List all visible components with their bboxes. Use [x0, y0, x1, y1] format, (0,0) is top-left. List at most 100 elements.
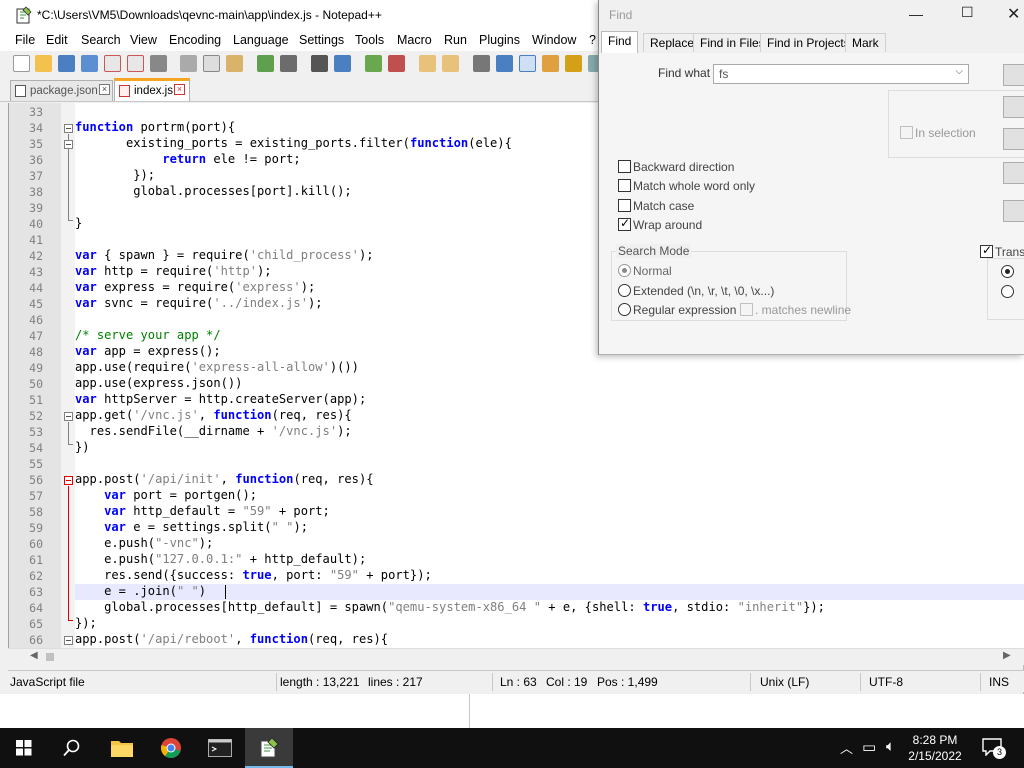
undo-icon[interactable]	[257, 55, 274, 72]
code-line[interactable]: });	[75, 168, 155, 182]
mode-normal-radio[interactable]	[618, 264, 631, 277]
chevron-up-icon[interactable]: ︿	[840, 738, 853, 757]
mode-extended-radio[interactable]	[618, 284, 631, 297]
fold-toggle-icon[interactable]	[64, 140, 73, 149]
menu-help[interactable]: ?	[589, 33, 596, 47]
typing-mode[interactable]: INS	[989, 675, 1009, 689]
fold-toggle-icon[interactable]	[64, 476, 73, 485]
code-line[interactable]: res.send({success: true, port: "59" + po…	[75, 568, 432, 582]
count-button[interactable]	[1003, 96, 1024, 118]
code-line[interactable]: app.post('/api/reboot', function(req, re…	[75, 632, 388, 646]
replace-icon[interactable]	[334, 55, 351, 72]
start-button[interactable]	[0, 728, 48, 768]
code-line[interactable]: global.processes[http_default] = spawn("…	[75, 600, 825, 614]
code-line[interactable]: e = .join(" ")	[75, 584, 206, 598]
find-all-in-current-button[interactable]	[1003, 162, 1024, 184]
udl-icon[interactable]	[542, 55, 559, 72]
code-line[interactable]: /* serve your app */	[75, 328, 221, 342]
code-line[interactable]: app.use(require('express-all-allow')())	[75, 360, 359, 374]
encoding[interactable]: UTF-8	[869, 675, 903, 689]
notepadpp-taskbar-button[interactable]	[245, 728, 293, 768]
chrome-button[interactable]	[147, 728, 195, 768]
menu-run[interactable]: Run	[444, 33, 467, 47]
find-what-input[interactable]: fs ⌵	[713, 64, 969, 84]
mode-regex-radio[interactable]	[618, 303, 631, 316]
tab-find-in-projects[interactable]: Find in Projects	[760, 33, 857, 52]
eol-format[interactable]: Unix (LF)	[760, 675, 809, 689]
transparency-always-radio[interactable]	[1001, 285, 1014, 298]
in-selection-checkbox[interactable]	[900, 126, 913, 139]
tab-index-js[interactable]: index.js ×	[114, 78, 190, 101]
doc-map-icon[interactable]	[565, 55, 582, 72]
wrap-around-checkbox[interactable]	[618, 216, 631, 231]
zoom-in-icon[interactable]	[365, 55, 382, 72]
code-line[interactable]: var httpServer = http.createServer(app);	[75, 392, 366, 406]
code-line[interactable]: var port = portgen();	[75, 488, 257, 502]
code-line[interactable]: global.processes[port].kill();	[75, 184, 351, 198]
scroll-left-icon[interactable]: ◀	[30, 650, 38, 661]
backward-direction-checkbox[interactable]	[618, 160, 631, 173]
code-line[interactable]: var app = express();	[75, 344, 221, 358]
tab-find[interactable]: Find	[601, 31, 639, 53]
word-wrap-icon[interactable]	[473, 55, 490, 72]
code-line[interactable]: var e = settings.split(" ");	[75, 520, 308, 534]
copy-icon[interactable]	[203, 55, 220, 72]
show-all-chars-icon[interactable]	[496, 55, 513, 72]
search-button[interactable]	[48, 728, 96, 768]
matches-newline-checkbox[interactable]	[740, 303, 753, 316]
code-line[interactable]: var http = require('http');	[75, 264, 272, 278]
fold-toggle-icon[interactable]	[64, 124, 73, 133]
new-file-icon[interactable]	[13, 55, 30, 72]
volume-icon[interactable]: 🔈︎	[886, 738, 895, 755]
scroll-right-icon[interactable]: ▶	[1003, 650, 1011, 661]
transparency-checkbox[interactable]	[980, 243, 993, 258]
code-line[interactable]: })	[75, 440, 90, 454]
code-line[interactable]: res.sendFile(__dirname + '/vnc.js');	[75, 424, 352, 438]
transparency-on-losing-focus-radio[interactable]	[1001, 265, 1014, 278]
code-line[interactable]: var { spawn } = require('child_process')…	[75, 248, 374, 262]
horizontal-scrollbar[interactable]: ◀ ▶	[8, 648, 1024, 665]
fold-toggle-icon[interactable]	[64, 412, 73, 421]
menu-view[interactable]: View	[130, 33, 157, 47]
paste-icon[interactable]	[226, 55, 243, 72]
cut-icon[interactable]	[180, 55, 197, 72]
code-line[interactable]: });	[75, 616, 97, 630]
code-line[interactable]: var express = require('express');	[75, 280, 315, 294]
terminal-button[interactable]	[196, 728, 244, 768]
menu-encoding[interactable]: Encoding	[169, 33, 221, 47]
tab-package-json[interactable]: package.json ×	[10, 80, 113, 101]
code-line[interactable]: app.get('/vnc.js', function(req, res){	[75, 408, 352, 422]
tab-mark[interactable]: Mark	[845, 33, 886, 52]
code-line[interactable]: var http_default = "59" + port;	[75, 504, 330, 518]
chevron-down-icon[interactable]: ⌵	[955, 66, 963, 77]
code-line[interactable]: }	[75, 216, 82, 230]
menu-macro[interactable]: Macro	[397, 33, 432, 47]
fold-toggle-icon[interactable]	[64, 636, 73, 645]
menu-settings[interactable]: Settings	[299, 33, 344, 47]
close-icon[interactable]: ✕	[1007, 4, 1020, 24]
match-whole-word-checkbox[interactable]	[618, 179, 631, 192]
save-icon[interactable]	[58, 55, 75, 72]
code-line[interactable]: app.post('/api/init', function(req, res)…	[75, 472, 374, 486]
menu-file[interactable]: File	[15, 33, 35, 47]
notification-center-button[interactable]: 3	[982, 738, 1006, 759]
find-icon[interactable]	[311, 55, 328, 72]
close-all-icon[interactable]	[127, 55, 144, 72]
scroll-thumb[interactable]	[46, 653, 54, 661]
menu-edit[interactable]: Edit	[46, 33, 68, 47]
code-line[interactable]: function portrm(port){	[75, 120, 235, 134]
sync-vertical-icon[interactable]	[419, 55, 436, 72]
find-all-button[interactable]	[1003, 128, 1024, 150]
system-clock[interactable]: 8:28 PM 2/15/2022	[905, 732, 965, 764]
close-icon[interactable]: ×	[99, 84, 110, 95]
code-line[interactable]: e.push("-vnc");	[75, 536, 213, 550]
file-explorer-button[interactable]	[98, 728, 146, 768]
minimize-icon[interactable]: —	[909, 6, 923, 22]
menu-tools[interactable]: Tools	[355, 33, 384, 47]
maximize-icon[interactable]: ☐	[961, 4, 974, 21]
save-all-icon[interactable]	[81, 55, 98, 72]
code-line[interactable]: e.push("127.0.0.1:" + http_default);	[75, 552, 366, 566]
menu-window[interactable]: Window	[532, 33, 576, 47]
zoom-out-icon[interactable]	[388, 55, 405, 72]
code-line[interactable]: app.use(express.json())	[75, 376, 242, 390]
